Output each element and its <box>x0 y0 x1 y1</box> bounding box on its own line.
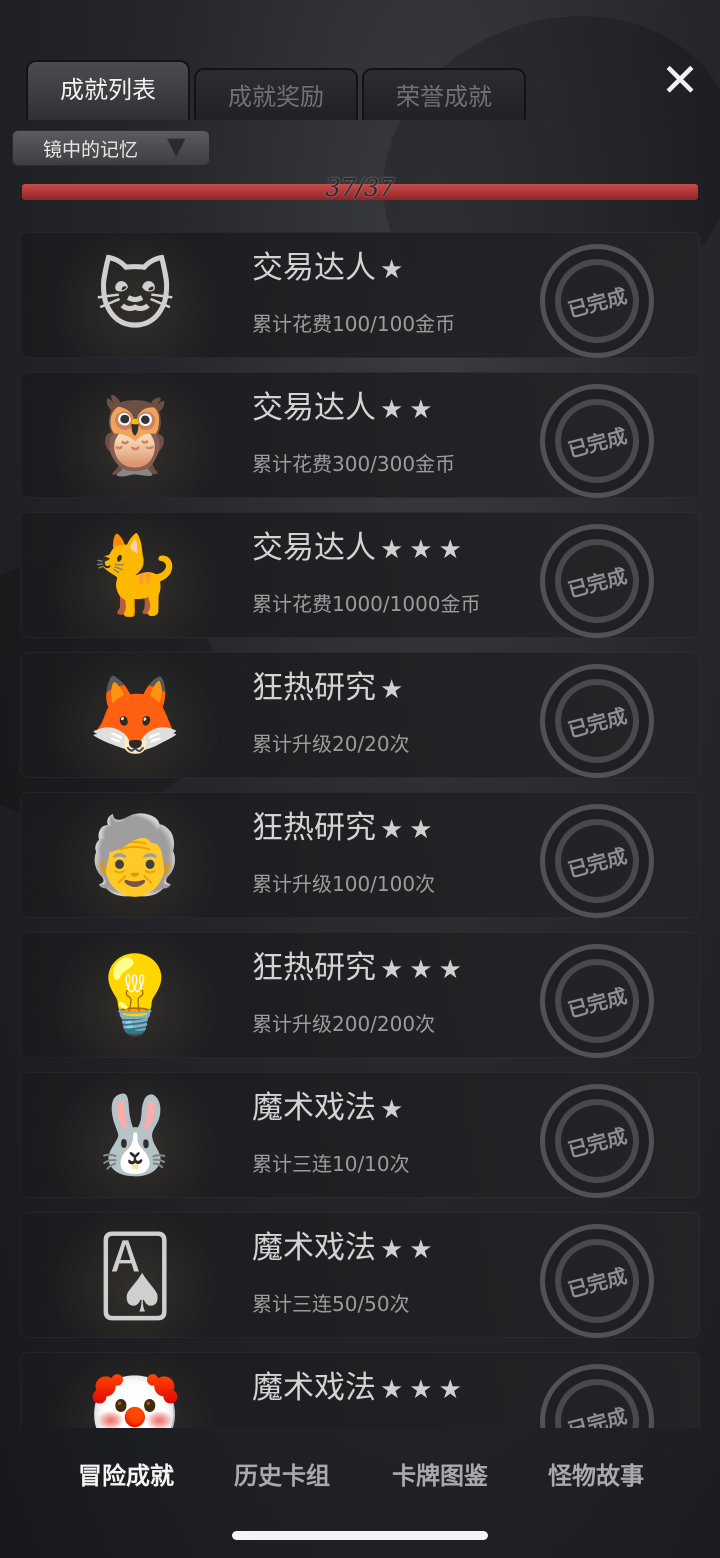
achievement-card[interactable]: 🐰 魔术戏法 ★ 累计三连10/10次 已完成 <box>20 1072 700 1198</box>
achievement-portrait: 💡 <box>40 932 230 1058</box>
completed-stamp: 已完成 <box>540 1084 654 1198</box>
achievement-title: 狂热研究 ★★ <box>252 810 439 846</box>
bottom-nav: 冒险成就 历史卡组 卡牌图鉴 怪物故事 <box>0 1456 720 1500</box>
nav-card-gallery[interactable]: 卡牌图鉴 <box>370 1456 510 1491</box>
close-icon[interactable]: ✕ <box>660 57 700 103</box>
star-rating: ★ <box>380 1095 410 1125</box>
achievement-card[interactable]: 💡 狂热研究 ★★★ 累计升级200/200次 已完成 <box>20 932 700 1058</box>
star-rating: ★★ <box>380 815 439 845</box>
nav-monster-stories[interactable]: 怪物故事 <box>526 1456 666 1491</box>
nav-adventure-achievements[interactable]: 冒险成就 <box>56 1456 196 1491</box>
achievement-card[interactable]: 🦉 交易达人 ★★ 累计花费300/300金币 已完成 <box>20 372 700 498</box>
completed-stamp: 已完成 <box>540 804 654 918</box>
filter-label: 镜中的记忆 <box>43 139 139 161</box>
achievement-card[interactable]: 🤡 魔术戏法 ★★★ 已完成 <box>20 1352 700 1428</box>
achievement-title: 魔术戏法 ★ <box>252 1090 410 1126</box>
completed-stamp: 已完成 <box>540 524 654 638</box>
tab-honor-achievements[interactable]: 荣誉成就 <box>362 68 526 120</box>
achievement-portrait: 🦉 <box>40 372 230 498</box>
completed-stamp: 已完成 <box>540 664 654 778</box>
tab-bar: 成就列表 成就奖励 荣誉成就 <box>26 60 546 120</box>
achievement-portrait: 🐰 <box>40 1072 230 1198</box>
category-filter-dropdown[interactable]: 镜中的记忆 ▼ <box>12 130 210 166</box>
achievement-description: 累计三连50/50次 <box>252 1292 410 1316</box>
achievement-title: 交易达人 ★★★ <box>252 530 468 566</box>
progress-text: 37/37 <box>325 174 395 202</box>
star-rating: ★★ <box>380 1235 439 1265</box>
star-rating: ★★★ <box>380 1375 468 1405</box>
achievement-title: 狂热研究 ★ <box>252 670 410 706</box>
completed-stamp: 已完成 <box>540 1224 654 1338</box>
star-rating: ★★ <box>380 395 439 425</box>
star-rating: ★★★ <box>380 955 468 985</box>
home-indicator[interactable] <box>232 1531 488 1540</box>
achievement-card[interactable]: 🐱 交易达人 ★ 累计花费100/100金币 已完成 <box>20 232 700 358</box>
achievement-title: 魔术戏法 ★★ <box>252 1230 439 1266</box>
achievement-card[interactable]: 🦊 狂热研究 ★ 累计升级20/20次 已完成 <box>20 652 700 778</box>
achievement-portrait: 🐈 <box>40 512 230 638</box>
star-rating: ★★★ <box>380 535 468 565</box>
achievement-portrait: 🧓 <box>40 792 230 918</box>
achievement-title: 交易达人 ★ <box>252 250 410 286</box>
achievement-description: 累计三连10/10次 <box>252 1152 410 1176</box>
achievement-title: 交易达人 ★★ <box>252 390 439 426</box>
achievement-list[interactable]: 🐱 交易达人 ★ 累计花费100/100金币 已完成 🦉 交易达人 ★★ 累计花费3… <box>20 232 700 1428</box>
achievement-card[interactable]: 🐈 交易达人 ★★★ 累计花费1000/1000金币 已完成 <box>20 512 700 638</box>
nav-history-decks[interactable]: 历史卡组 <box>212 1456 352 1491</box>
completed-stamp: 已完成 <box>540 244 654 358</box>
achievement-description: 累计花费100/100金币 <box>252 312 456 336</box>
tab-achievement-list[interactable]: 成就列表 <box>26 60 190 120</box>
achievement-description: 累计升级200/200次 <box>252 1012 436 1036</box>
achievement-card[interactable]: 🂡 魔术戏法 ★★ 累计三连50/50次 已完成 <box>20 1212 700 1338</box>
achievement-description: 累计升级20/20次 <box>252 732 410 756</box>
achievement-portrait: 🦊 <box>40 652 230 778</box>
achievement-title: 狂热研究 ★★★ <box>252 950 468 986</box>
achievement-portrait: 🤡 <box>40 1352 230 1428</box>
achievement-card[interactable]: 🧓 狂热研究 ★★ 累计升级100/100次 已完成 <box>20 792 700 918</box>
tab-achievement-rewards[interactable]: 成就奖励 <box>194 68 358 120</box>
achievement-description: 累计花费300/300金币 <box>252 452 456 476</box>
achievement-description: 累计花费1000/1000金币 <box>252 592 481 616</box>
achievement-title: 魔术戏法 ★★★ <box>252 1370 468 1406</box>
completed-stamp: 已完成 <box>540 384 654 498</box>
star-rating: ★ <box>380 675 410 705</box>
star-rating: ★ <box>380 255 410 285</box>
achievement-description: 累计升级100/100次 <box>252 872 436 896</box>
completed-stamp: 已完成 <box>540 944 654 1058</box>
chevron-down-icon: ▼ <box>167 132 186 160</box>
achievement-portrait: 🐱 <box>40 232 230 358</box>
completed-stamp: 已完成 <box>540 1364 654 1428</box>
achievement-portrait: 🂡 <box>40 1212 230 1338</box>
progress-bar: 37/37 <box>22 174 698 202</box>
